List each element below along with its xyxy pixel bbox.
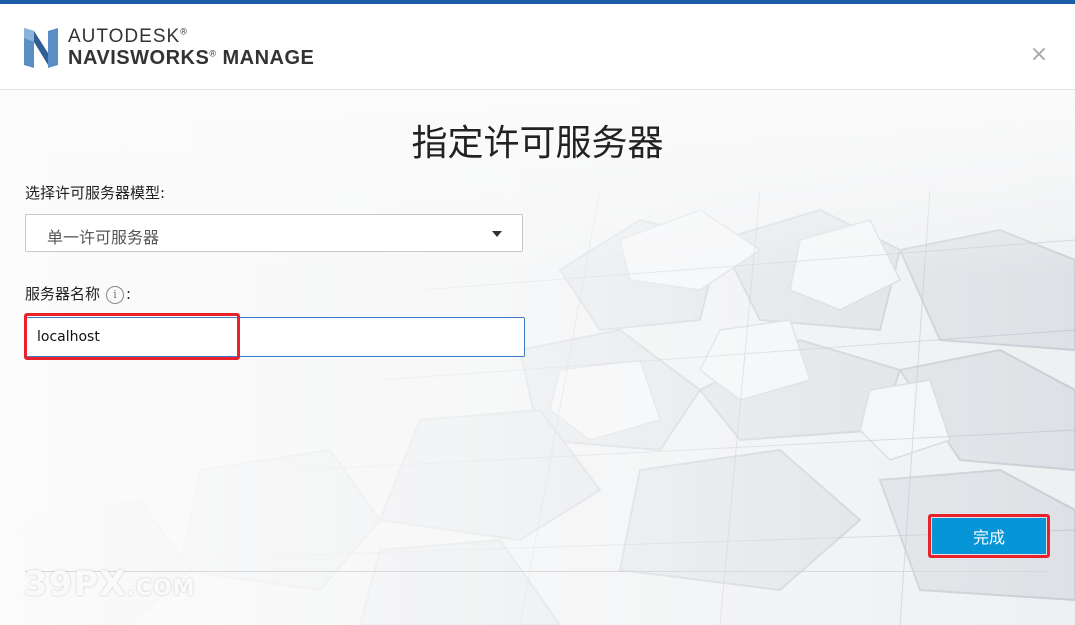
dialog-content: 指定许可服务器 选择许可服务器模型: 单一许可服务器 服务器名称i: 完成 39…: [0, 90, 1075, 625]
navisworks-logo-icon: [24, 28, 58, 68]
done-button[interactable]: 完成: [932, 518, 1046, 554]
architecture-background-image: [0, 90, 1075, 625]
close-icon[interactable]: ×: [1026, 42, 1052, 68]
license-model-selected-value: 单一许可服务器: [47, 228, 160, 247]
info-icon[interactable]: i: [106, 286, 125, 304]
chevron-down-icon: [492, 231, 502, 237]
server-name-input[interactable]: [25, 317, 525, 357]
license-model-label: 选择许可服务器模型:: [25, 184, 166, 202]
watermark-text: 39PX.COM: [24, 564, 196, 604]
license-model-select[interactable]: 单一许可服务器: [25, 214, 523, 252]
brand-autodesk: AUTODESK®: [68, 26, 188, 47]
server-name-label: 服务器名称 i:: [25, 285, 132, 304]
page-title: 指定许可服务器: [411, 123, 664, 164]
brand-product-name: NAVISWORKS® MANAGE: [68, 47, 315, 69]
dialog-header: AUTODESK® NAVISWORKS® MANAGE ×: [0, 4, 1075, 90]
